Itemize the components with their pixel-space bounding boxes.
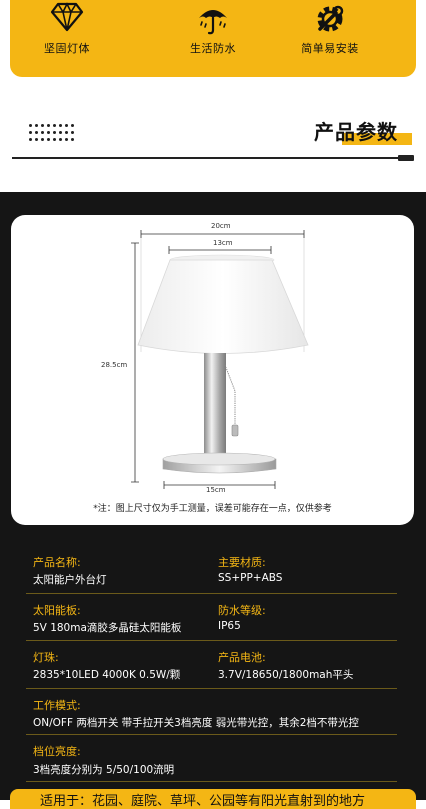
spec-divider: [26, 593, 397, 594]
dot: [41, 124, 44, 127]
rule-notch: [398, 155, 414, 161]
dot: [53, 124, 56, 127]
dot: [65, 124, 68, 127]
feature-band: 坚固灯体 生活防水 简单易安装: [0, 0, 426, 92]
dot: [29, 131, 32, 134]
dot: [53, 138, 56, 141]
dot: [41, 138, 44, 141]
diamond-icon: [50, 2, 84, 36]
spec-label-name: 产品名称:: [33, 556, 81, 569]
dot: [29, 138, 32, 141]
dot: [59, 124, 62, 127]
spec-value-name: 太阳能户外台灯: [33, 574, 107, 586]
dimension-shade-top: 13cm: [213, 239, 233, 247]
measurement-note: *注：图上尺寸仅为手工测量，误差可能存在一点，仅供参考: [93, 504, 332, 514]
spec-value-bead: 2835*10LED 4000K 0.5W/颗: [33, 669, 181, 681]
spec-value-mode: ON/OFF 两档开关 带手拉开关3档亮度 弱光带光控，其余2档不带光控: [33, 717, 359, 729]
dimension-height: 28.5cm: [101, 361, 128, 369]
dot: [47, 131, 50, 134]
heading-rule: [12, 155, 414, 161]
spec-value-material: SS+PP+ABS: [218, 572, 283, 584]
lamp-diagram: [131, 230, 309, 489]
dot: [47, 124, 50, 127]
feature-label: 坚固灯体: [44, 42, 90, 55]
dot: [59, 131, 62, 134]
feature-install: 简单易安装: [270, 0, 390, 77]
spec-label-battery: 产品电池:: [218, 651, 266, 664]
product-image-card: 20cm 13cm 28.5cm 15cm *注：图上尺寸仅为手工测量，误差可能…: [11, 215, 414, 525]
dot: [35, 138, 38, 141]
dot: [65, 138, 68, 141]
section-title: 产品参数: [314, 120, 398, 144]
spec-label-waterproof: 防水等级:: [218, 604, 266, 617]
spec-divider: [26, 734, 397, 735]
dot: [29, 124, 32, 127]
spec-value-battery: 3.7V/18650/1800mah平头: [218, 669, 354, 681]
section-title-wrap: 产品参数: [314, 116, 412, 145]
dimension-width: 20cm: [211, 222, 231, 230]
feature-card: 坚固灯体 生活防水 简单易安装: [10, 0, 416, 77]
spec-label-bead: 灯珠:: [33, 651, 59, 664]
feature-sturdy: 坚固灯体: [7, 0, 127, 77]
dot: [47, 138, 50, 141]
dot: [71, 138, 74, 141]
spec-divider: [26, 781, 397, 782]
dot: [71, 124, 74, 127]
dot: [41, 131, 44, 134]
decorative-dots: [29, 124, 75, 144]
gear-wrench-icon: [312, 2, 348, 40]
spec-label-panel: 太阳能板:: [33, 604, 81, 617]
spec-label-brightness: 档位亮度:: [33, 745, 81, 758]
dot: [65, 131, 68, 134]
dot: [53, 131, 56, 134]
spec-divider: [26, 688, 397, 689]
dimension-base: 15cm: [206, 486, 226, 494]
feature-waterproof: 生活防水: [153, 0, 273, 77]
spec-label-mode: 工作模式:: [33, 699, 81, 712]
dot: [35, 131, 38, 134]
spec-divider: [26, 640, 397, 641]
spec-value-waterproof: IP65: [218, 620, 241, 632]
spec-value-brightness: 3档亮度分别为 5/50/100流明: [33, 764, 175, 776]
spec-label-material: 主要材质:: [218, 556, 266, 569]
spec-value-panel: 5V 180ma滴胶多晶硅太阳能板: [33, 622, 182, 634]
dot: [35, 124, 38, 127]
dot: [71, 131, 74, 134]
dot: [59, 138, 62, 141]
feature-label: 生活防水: [190, 42, 236, 55]
feature-label: 简单易安装: [301, 42, 359, 55]
umbrella-rain-icon: [196, 2, 230, 40]
